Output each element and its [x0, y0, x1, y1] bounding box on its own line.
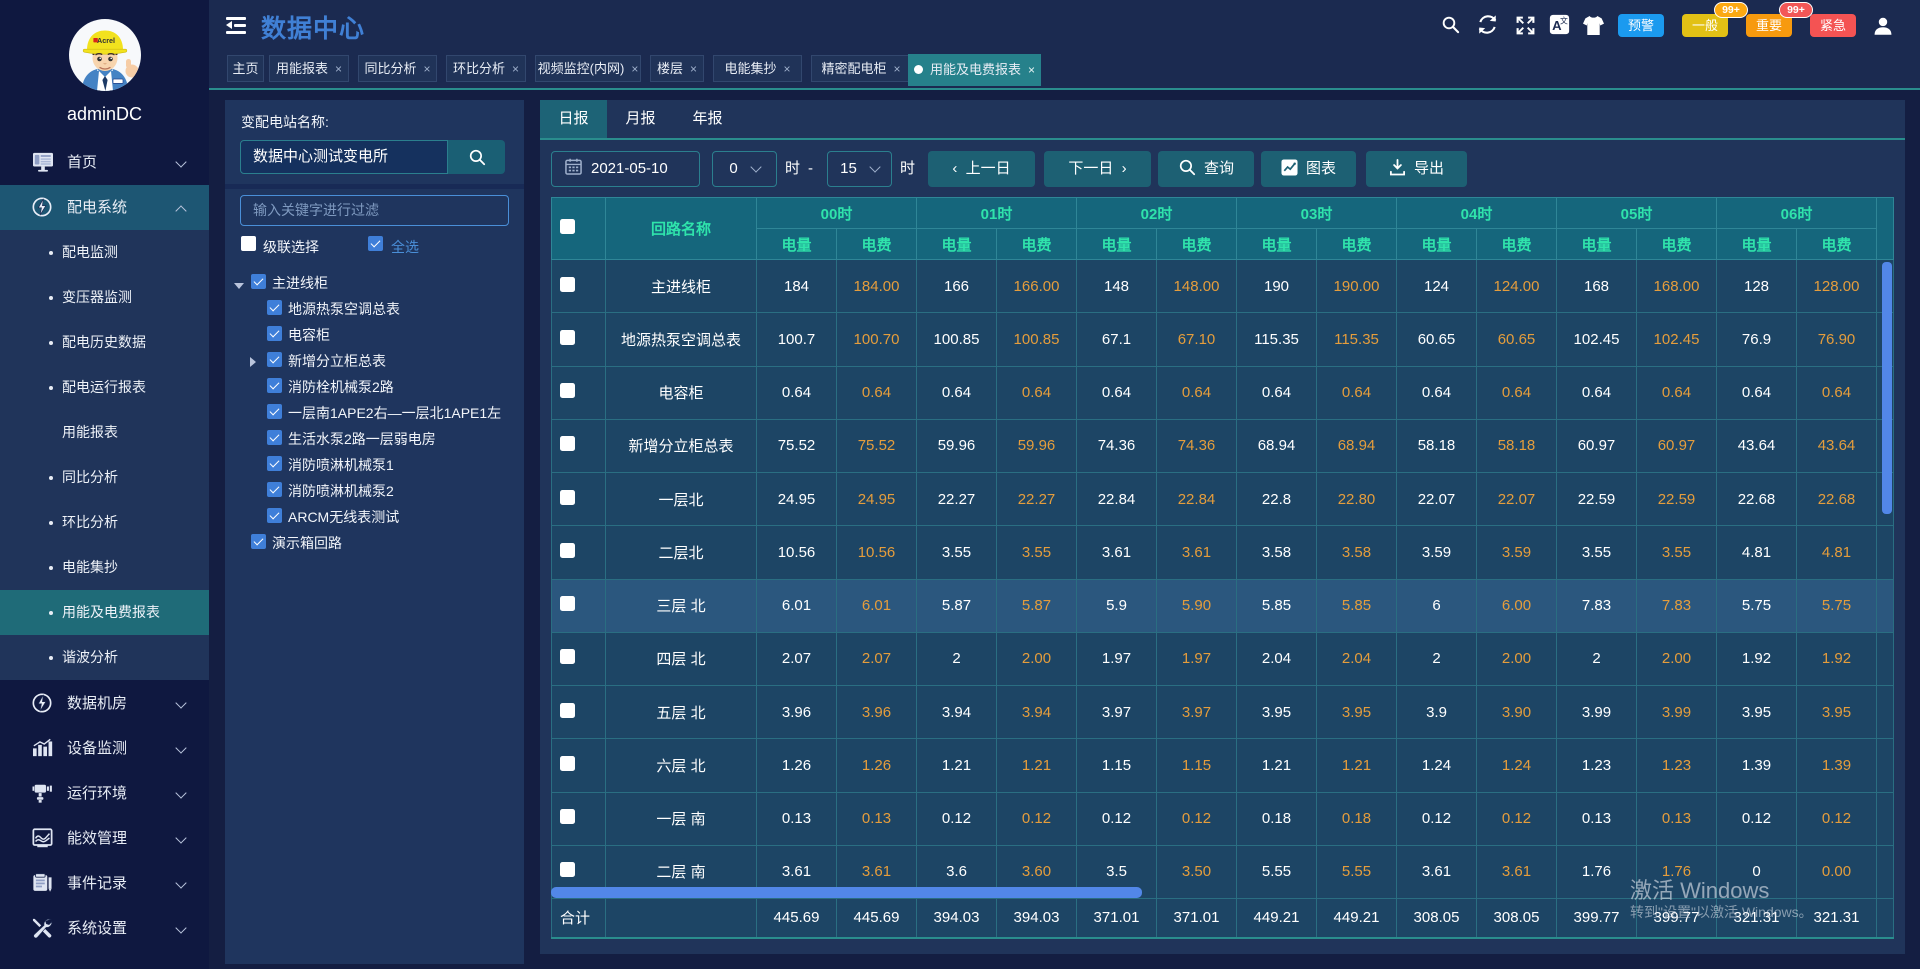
svg-text:Acrel: Acrel [97, 36, 115, 45]
svg-text:文: 文 [1560, 16, 1568, 26]
